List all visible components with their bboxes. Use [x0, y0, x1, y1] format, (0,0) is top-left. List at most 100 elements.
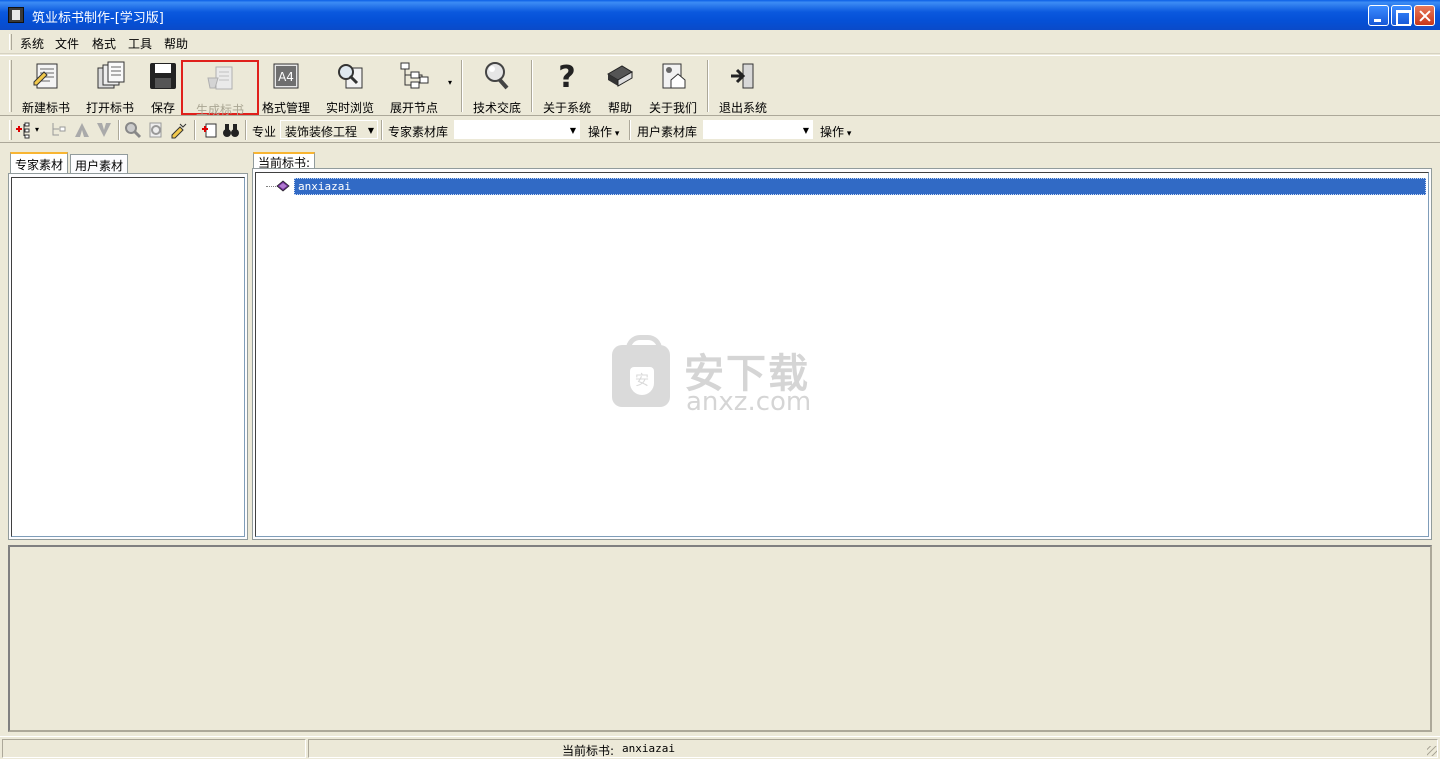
tab-expert-material[interactable]: 专家素材 — [10, 152, 69, 174]
user-operation-menu[interactable]: 操作 — [820, 123, 851, 140]
expert-library-select[interactable]: ▼ — [454, 120, 580, 139]
about-us-label: 关于我们 — [648, 101, 697, 115]
toolbar2-separator — [194, 120, 196, 140]
toolbar2-grip[interactable] — [9, 120, 12, 140]
watermark-bag-icon: 安 — [612, 335, 670, 407]
title-bar: 筑业标书制作-[学习版] — [0, 0, 1440, 30]
toolbar2-separator — [245, 120, 247, 140]
binoculars-icon[interactable] — [222, 121, 240, 139]
save-label: 保存 — [150, 101, 175, 115]
status-value: anxiazai — [622, 742, 675, 755]
user-library-select[interactable]: ▼ — [703, 120, 813, 139]
toolbar-separator — [461, 60, 463, 112]
menu-system[interactable]: 系统 — [20, 35, 44, 52]
indent-node-icon[interactable] — [50, 121, 68, 139]
material-panel — [8, 173, 248, 540]
live-preview-label: 实时浏览 — [325, 101, 374, 115]
move-down-icon[interactable] — [95, 121, 113, 139]
exit-system-button[interactable]: 退出系统 — [715, 58, 771, 115]
help-label: 帮助 — [607, 101, 632, 115]
highlight-icon[interactable] — [170, 121, 188, 139]
about-system-button[interactable]: ? 关于系统 — [539, 58, 595, 115]
tech-disclosure-button[interactable]: 技术交底 — [469, 58, 525, 115]
new-bid-label: 新建标书 — [21, 101, 70, 115]
generate-bid-label: 生成标书 — [195, 103, 244, 117]
chevron-down-icon: ▼ — [569, 126, 576, 135]
toolbar-separator — [707, 60, 709, 112]
open-bid-label: 打开标书 — [85, 101, 134, 115]
watermark-shield-icon: 安 — [630, 367, 654, 395]
open-bid-button[interactable]: 打开标书 — [82, 58, 138, 115]
watermark-logo: 安 安下载 anxz.com — [612, 335, 832, 419]
maximize-button[interactable] — [1391, 5, 1412, 26]
minimize-button[interactable] — [1368, 5, 1389, 26]
toolbar-separator — [531, 60, 533, 112]
add-node-dropdown-arrow[interactable]: ▾ — [35, 125, 39, 134]
major-select[interactable]: 装饰装修工程 ▼ — [280, 120, 378, 139]
resize-grip-icon[interactable] — [1427, 746, 1437, 756]
tree-node-label: anxiazai — [298, 180, 351, 193]
bottom-panel — [8, 545, 1432, 732]
chevron-down-icon: ▼ — [367, 126, 374, 135]
tree-nodes-icon — [400, 62, 429, 89]
tab-user-material[interactable]: 用户素材 — [70, 154, 129, 174]
add-node-icon[interactable] — [15, 121, 33, 139]
bid-panel: anxiazai — [252, 168, 1432, 540]
zoom-icon[interactable] — [124, 121, 142, 139]
menu-grip[interactable] — [9, 34, 12, 50]
tab-current-bid[interactable]: 当前标书: — [253, 152, 316, 170]
format-manage-label: 格式管理 — [261, 101, 310, 115]
expand-nodes-dropdown-arrow[interactable]: ▾ — [448, 78, 452, 87]
generate-document-icon — [207, 66, 233, 90]
menu-bar: 系统 文件 格式 工具 帮助 — [0, 30, 1440, 54]
tree-selection — [294, 178, 1426, 195]
expand-nodes-button[interactable]: 展开节点 — [386, 58, 442, 115]
about-system-label: 关于系统 — [542, 101, 591, 115]
svg-text:A4: A4 — [278, 70, 294, 84]
tree-node-root[interactable]: anxiazai — [266, 178, 1426, 195]
expert-operation-menu[interactable]: 操作 — [588, 123, 619, 140]
main-toolbar: 新建标书 打开标书 保存 生成标书 A4 格式管理 实时浏览 展开节点 ▾ 技术… — [0, 55, 1440, 117]
tech-disclosure-label: 技术交底 — [472, 101, 521, 115]
status-segment — [308, 739, 1438, 758]
move-up-icon[interactable] — [73, 121, 91, 139]
new-document-icon — [33, 63, 58, 89]
about-us-button[interactable]: 关于我们 — [645, 58, 701, 115]
book-icon — [276, 180, 290, 192]
watermark-text-en: anxz.com — [686, 387, 812, 417]
exit-door-icon — [731, 63, 754, 89]
user-library-label: 用户素材库 — [637, 125, 698, 139]
status-bar: 当前标书: anxiazai — [0, 736, 1440, 759]
open-document-icon — [97, 61, 125, 89]
magnifier-document-icon — [338, 64, 363, 89]
toolbar-grip[interactable] — [9, 60, 12, 112]
question-mark-icon: ? — [558, 60, 575, 92]
generate-bid-button[interactable]: 生成标书 — [181, 60, 259, 117]
app-icon[interactable] — [8, 7, 24, 23]
toolbar2-separator — [629, 120, 631, 140]
insert-document-icon[interactable] — [200, 121, 218, 139]
new-bid-button[interactable]: 新建标书 — [18, 58, 74, 115]
menu-help[interactable]: 帮助 — [164, 35, 188, 52]
menu-tools[interactable]: 工具 — [128, 35, 152, 52]
save-button[interactable]: 保存 — [146, 58, 180, 115]
help-book-icon — [607, 65, 633, 87]
magnifier-icon — [485, 62, 509, 90]
svg-text:?: ? — [558, 60, 575, 92]
format-manage-button[interactable]: A4 格式管理 — [260, 58, 312, 115]
material-list[interactable] — [11, 177, 245, 537]
major-label: 专业 — [252, 125, 277, 139]
live-preview-button[interactable]: 实时浏览 — [322, 58, 378, 115]
floppy-disk-icon — [150, 63, 176, 89]
status-label: 当前标书: — [562, 744, 615, 758]
find-replace-icon[interactable] — [147, 121, 165, 139]
window-title: 筑业标书制作-[学习版] — [32, 11, 164, 26]
help-button[interactable]: 帮助 — [603, 58, 637, 115]
menu-format[interactable]: 格式 — [92, 35, 116, 52]
close-button[interactable] — [1414, 5, 1435, 26]
bid-tree[interactable]: anxiazai — [255, 172, 1429, 537]
exit-system-label: 退出系统 — [718, 101, 767, 115]
major-select-value: 装饰装修工程 — [285, 125, 358, 139]
toolbar2-separator — [381, 120, 383, 140]
menu-file[interactable]: 文件 — [55, 35, 79, 52]
